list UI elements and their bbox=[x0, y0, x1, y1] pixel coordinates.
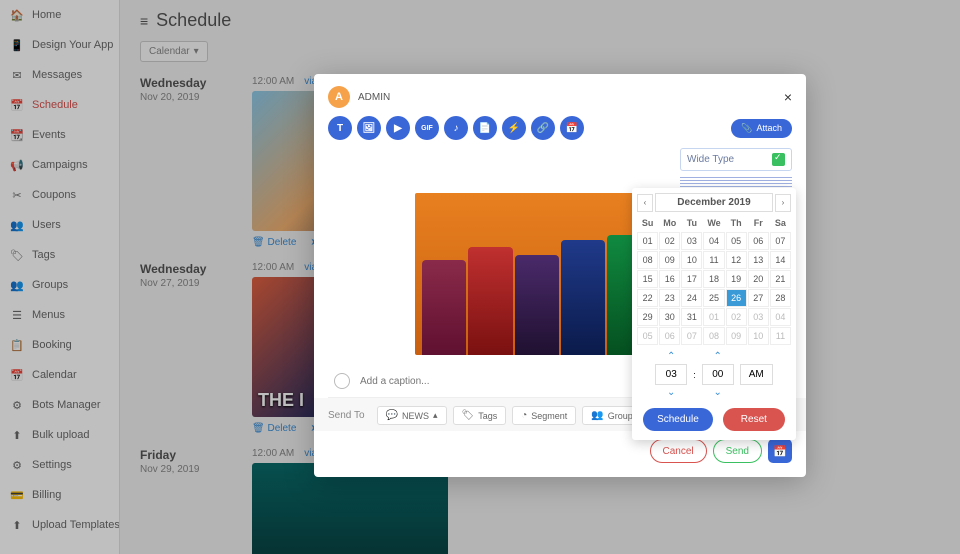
date-cell[interactable]: 05 bbox=[726, 232, 747, 250]
decorative-lines bbox=[680, 177, 792, 187]
dow-header: Sa bbox=[770, 215, 791, 231]
calendar-icon: 📅 bbox=[773, 445, 787, 458]
date-cell[interactable]: 06 bbox=[659, 327, 680, 345]
date-cell[interactable]: 16 bbox=[659, 270, 680, 288]
date-cell[interactable]: 08 bbox=[703, 327, 724, 345]
avatar: A bbox=[328, 86, 350, 108]
dow-header: We bbox=[703, 215, 724, 231]
date-cell[interactable]: 12 bbox=[726, 251, 747, 269]
picker-month[interactable]: December 2019 bbox=[655, 193, 773, 212]
dow-header: Fr bbox=[748, 215, 769, 231]
tool-T[interactable]: T bbox=[328, 116, 352, 140]
minute-input[interactable]: 00 bbox=[702, 364, 734, 385]
chip-icon: 🏷 bbox=[462, 410, 475, 421]
tool-GIF[interactable]: GIF bbox=[415, 116, 439, 140]
date-cell[interactable]: 06 bbox=[748, 232, 769, 250]
date-cell[interactable]: 03 bbox=[681, 232, 702, 250]
send-to-label: Send To bbox=[328, 410, 365, 421]
dow-header: Mo bbox=[659, 215, 680, 231]
date-cell[interactable]: 25 bbox=[703, 289, 724, 307]
date-cell[interactable]: 03 bbox=[748, 308, 769, 326]
date-cell[interactable]: 21 bbox=[770, 270, 791, 288]
date-cell[interactable]: 26 bbox=[726, 289, 747, 307]
date-cell[interactable]: 04 bbox=[770, 308, 791, 326]
date-cell[interactable]: 28 bbox=[770, 289, 791, 307]
chip-icon: 💬 bbox=[386, 410, 398, 421]
attach-button[interactable]: 📎Attach bbox=[731, 119, 792, 138]
date-cell[interactable]: 13 bbox=[748, 251, 769, 269]
date-cell[interactable]: 09 bbox=[659, 251, 680, 269]
date-cell[interactable]: 11 bbox=[770, 327, 791, 345]
ampm-toggle[interactable]: AM bbox=[740, 364, 773, 385]
date-picker: ‹ December 2019 › SuMoTuWeThFrSa01020304… bbox=[632, 188, 796, 440]
hour-down[interactable]: ⌄ bbox=[667, 387, 675, 398]
chip-segment[interactable]: ◔ Segment bbox=[512, 406, 576, 425]
tool-doc[interactable]: 📄 bbox=[473, 116, 497, 140]
date-cell[interactable]: 18 bbox=[703, 270, 724, 288]
date-cell[interactable]: 02 bbox=[726, 308, 747, 326]
date-cell[interactable]: 10 bbox=[681, 251, 702, 269]
dow-header: Su bbox=[637, 215, 658, 231]
caret-up-icon: ▴ bbox=[433, 410, 438, 421]
chip-label: NEWS bbox=[402, 411, 429, 421]
date-cell[interactable]: 15 bbox=[637, 270, 658, 288]
date-cell[interactable]: 19 bbox=[726, 270, 747, 288]
minute-down[interactable]: ⌄ bbox=[714, 387, 722, 398]
wide-type-toggle[interactable]: Wide Type bbox=[680, 148, 792, 171]
date-cell[interactable]: 22 bbox=[637, 289, 658, 307]
date-cell[interactable]: 11 bbox=[703, 251, 724, 269]
tool-bolt[interactable]: ⚡ bbox=[502, 116, 526, 140]
date-cell[interactable]: 08 bbox=[637, 251, 658, 269]
tool-img[interactable]: 🖼 bbox=[357, 116, 381, 140]
date-cell[interactable]: 01 bbox=[703, 308, 724, 326]
chip-label: Tags bbox=[478, 411, 497, 421]
date-cell[interactable]: 09 bbox=[726, 327, 747, 345]
chip-icon: ◔ bbox=[521, 410, 527, 421]
paperclip-icon: 📎 bbox=[741, 123, 752, 134]
date-cell[interactable]: 04 bbox=[703, 232, 724, 250]
send-button[interactable]: Send bbox=[713, 439, 762, 463]
tool-cal[interactable]: 📅 bbox=[560, 116, 584, 140]
close-icon[interactable]: × bbox=[784, 89, 792, 105]
check-icon bbox=[772, 153, 785, 166]
date-cell[interactable]: 07 bbox=[770, 232, 791, 250]
date-cell[interactable]: 07 bbox=[681, 327, 702, 345]
dow-header: Th bbox=[726, 215, 747, 231]
minute-up[interactable]: ⌃ bbox=[714, 351, 722, 362]
schedule-button[interactable]: Schedule bbox=[643, 408, 713, 431]
date-cell[interactable]: 31 bbox=[681, 308, 702, 326]
date-cell[interactable]: 30 bbox=[659, 308, 680, 326]
hour-input[interactable]: 03 bbox=[655, 364, 687, 385]
tool-aud[interactable]: ♪ bbox=[444, 116, 468, 140]
next-month-button[interactable]: › bbox=[775, 194, 791, 212]
emoji-icon[interactable] bbox=[334, 373, 350, 389]
tool-vid[interactable]: ▶ bbox=[386, 116, 410, 140]
tool-link[interactable]: 🔗 bbox=[531, 116, 555, 140]
date-cell[interactable]: 23 bbox=[659, 289, 680, 307]
date-cell[interactable]: 17 bbox=[681, 270, 702, 288]
chip-news[interactable]: 💬 NEWS ▴ bbox=[377, 406, 447, 425]
date-cell[interactable]: 24 bbox=[681, 289, 702, 307]
schedule-icon-button[interactable]: 📅 bbox=[768, 439, 792, 463]
hour-up[interactable]: ⌃ bbox=[667, 351, 675, 362]
date-cell[interactable]: 29 bbox=[637, 308, 658, 326]
chip-label: Segment bbox=[531, 411, 567, 421]
date-cell[interactable]: 02 bbox=[659, 232, 680, 250]
reset-button[interactable]: Reset bbox=[723, 408, 785, 431]
prev-month-button[interactable]: ‹ bbox=[637, 194, 653, 212]
date-cell[interactable]: 01 bbox=[637, 232, 658, 250]
date-cell[interactable]: 05 bbox=[637, 327, 658, 345]
modal-user: ADMIN bbox=[358, 92, 390, 103]
date-cell[interactable]: 20 bbox=[748, 270, 769, 288]
dow-header: Tu bbox=[681, 215, 702, 231]
chip-icon: 👥 bbox=[591, 410, 603, 421]
date-cell[interactable]: 27 bbox=[748, 289, 769, 307]
date-cell[interactable]: 14 bbox=[770, 251, 791, 269]
cancel-button[interactable]: Cancel bbox=[650, 439, 707, 463]
date-cell[interactable]: 10 bbox=[748, 327, 769, 345]
chip-tags[interactable]: 🏷Tags bbox=[453, 406, 507, 425]
